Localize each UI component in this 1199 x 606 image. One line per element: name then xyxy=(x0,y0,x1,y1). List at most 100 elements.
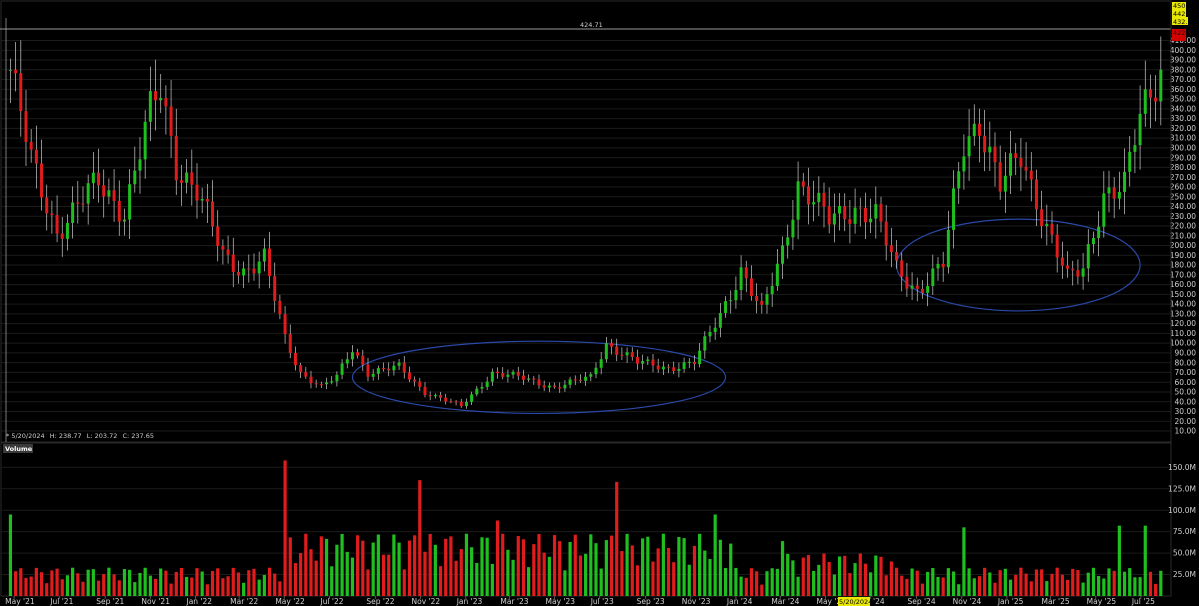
volume-bar xyxy=(195,568,199,596)
volume-bar xyxy=(24,577,28,596)
time-tick-label: Nov '24 xyxy=(953,597,982,606)
volume-bar xyxy=(609,535,614,596)
candle-body xyxy=(273,276,277,301)
candle-body xyxy=(392,365,396,371)
time-tick-label: Nov '21 xyxy=(141,597,170,606)
volume-bar xyxy=(1071,568,1075,596)
candle-body xyxy=(952,188,956,230)
price-tick-label: 330.00 xyxy=(1170,114,1196,123)
price-tick-label: 360.00 xyxy=(1170,85,1196,94)
price-tick-label: 20.00 xyxy=(1175,417,1197,426)
volume-bar xyxy=(775,568,779,596)
candle-body xyxy=(661,366,665,370)
volume-bar xyxy=(1086,572,1090,596)
volume-bar xyxy=(635,565,640,596)
volume-bar xyxy=(796,576,800,596)
ohlc-readout: * 5/20/2024 H: 238.77 L: 203.72 C: 237.6… xyxy=(6,432,154,440)
volume-bar xyxy=(547,556,551,596)
candle-body xyxy=(1076,270,1080,277)
price-tag-yellow-1: 442.2 xyxy=(1173,10,1192,18)
price-tick-label: 380.00 xyxy=(1170,65,1196,74)
candle-body xyxy=(796,181,800,220)
volume-bar xyxy=(242,582,246,596)
candle-body xyxy=(19,73,23,112)
price-tick-label: 190.00 xyxy=(1170,251,1196,260)
candle-body xyxy=(527,378,531,380)
candle-body xyxy=(998,162,1002,192)
volume-bar xyxy=(552,535,557,596)
candle-body xyxy=(439,395,443,398)
volume-bar xyxy=(900,575,904,596)
candle-body xyxy=(402,362,406,373)
candle-body xyxy=(1117,191,1121,199)
volume-bar xyxy=(236,572,241,596)
volume-bar xyxy=(1060,574,1064,596)
candle-body xyxy=(594,367,598,375)
volume-bar xyxy=(786,553,790,596)
candle-body xyxy=(542,385,546,388)
candle-body xyxy=(817,192,821,203)
candle-body xyxy=(1112,187,1116,199)
volume-bar xyxy=(81,581,85,596)
volume-bar xyxy=(96,580,101,596)
volume-bar xyxy=(832,574,836,596)
volume-bar xyxy=(319,536,323,596)
price-tick-label: 210.00 xyxy=(1170,231,1196,240)
candle-body xyxy=(988,146,992,153)
candle-body xyxy=(293,353,297,366)
price-tick-label: 170.00 xyxy=(1170,270,1196,279)
candle-body xyxy=(1045,223,1049,227)
candle-body xyxy=(1148,89,1152,98)
candle-body xyxy=(687,361,691,363)
candle-body xyxy=(739,267,743,290)
volume-bar xyxy=(210,571,215,596)
candle-body xyxy=(521,375,525,380)
candle-body xyxy=(418,381,422,387)
volume-bar xyxy=(615,481,619,596)
candle-body xyxy=(584,376,588,381)
volume-bar xyxy=(102,574,106,596)
candle-body xyxy=(532,378,536,380)
candle-body xyxy=(304,372,308,377)
price-tick-label: 230.00 xyxy=(1170,212,1196,221)
candle-body xyxy=(29,142,33,150)
candle-body xyxy=(1091,238,1095,245)
candle-body xyxy=(340,363,344,375)
price-tick-label: 10.00 xyxy=(1175,427,1197,436)
volume-bar xyxy=(951,571,956,596)
price-tick-label: 30.00 xyxy=(1175,407,1197,416)
volume-bar xyxy=(169,583,173,596)
volume-bar xyxy=(293,563,298,596)
candle-body xyxy=(1060,257,1064,266)
candle-body xyxy=(164,97,168,107)
time-tick-label: Mar '22 xyxy=(230,597,258,606)
candle-body xyxy=(24,111,28,143)
volume-bar xyxy=(1107,568,1111,596)
price-tag-yellow-2: 432.37 xyxy=(1173,18,1196,26)
volume-bar xyxy=(661,533,665,596)
volume-bar xyxy=(651,561,655,596)
volume-bar xyxy=(988,572,992,596)
volume-bar xyxy=(630,545,634,596)
volume-bar xyxy=(345,551,349,596)
candle-body xyxy=(45,197,49,214)
volume-bar xyxy=(511,559,515,596)
price-tick-label: 370.00 xyxy=(1170,75,1196,84)
volume-bar xyxy=(1003,568,1007,596)
candle-body xyxy=(423,386,427,396)
volume-bar xyxy=(1128,568,1132,596)
candle-body xyxy=(760,300,764,305)
volume-bar xyxy=(666,547,671,596)
volume-bar xyxy=(568,542,572,596)
price-tag-red-1: 422.5 xyxy=(1173,29,1192,37)
volume-bar xyxy=(65,575,70,596)
volume-bar xyxy=(957,584,961,596)
volume-bar xyxy=(304,533,308,596)
candle-body xyxy=(708,332,712,337)
candle-body xyxy=(682,362,686,369)
volume-bar xyxy=(698,533,702,596)
candle-body xyxy=(610,343,614,347)
x-cursor-label: 5/20/2024 xyxy=(839,598,872,606)
candle-body xyxy=(879,204,883,222)
candle-body xyxy=(698,350,702,365)
